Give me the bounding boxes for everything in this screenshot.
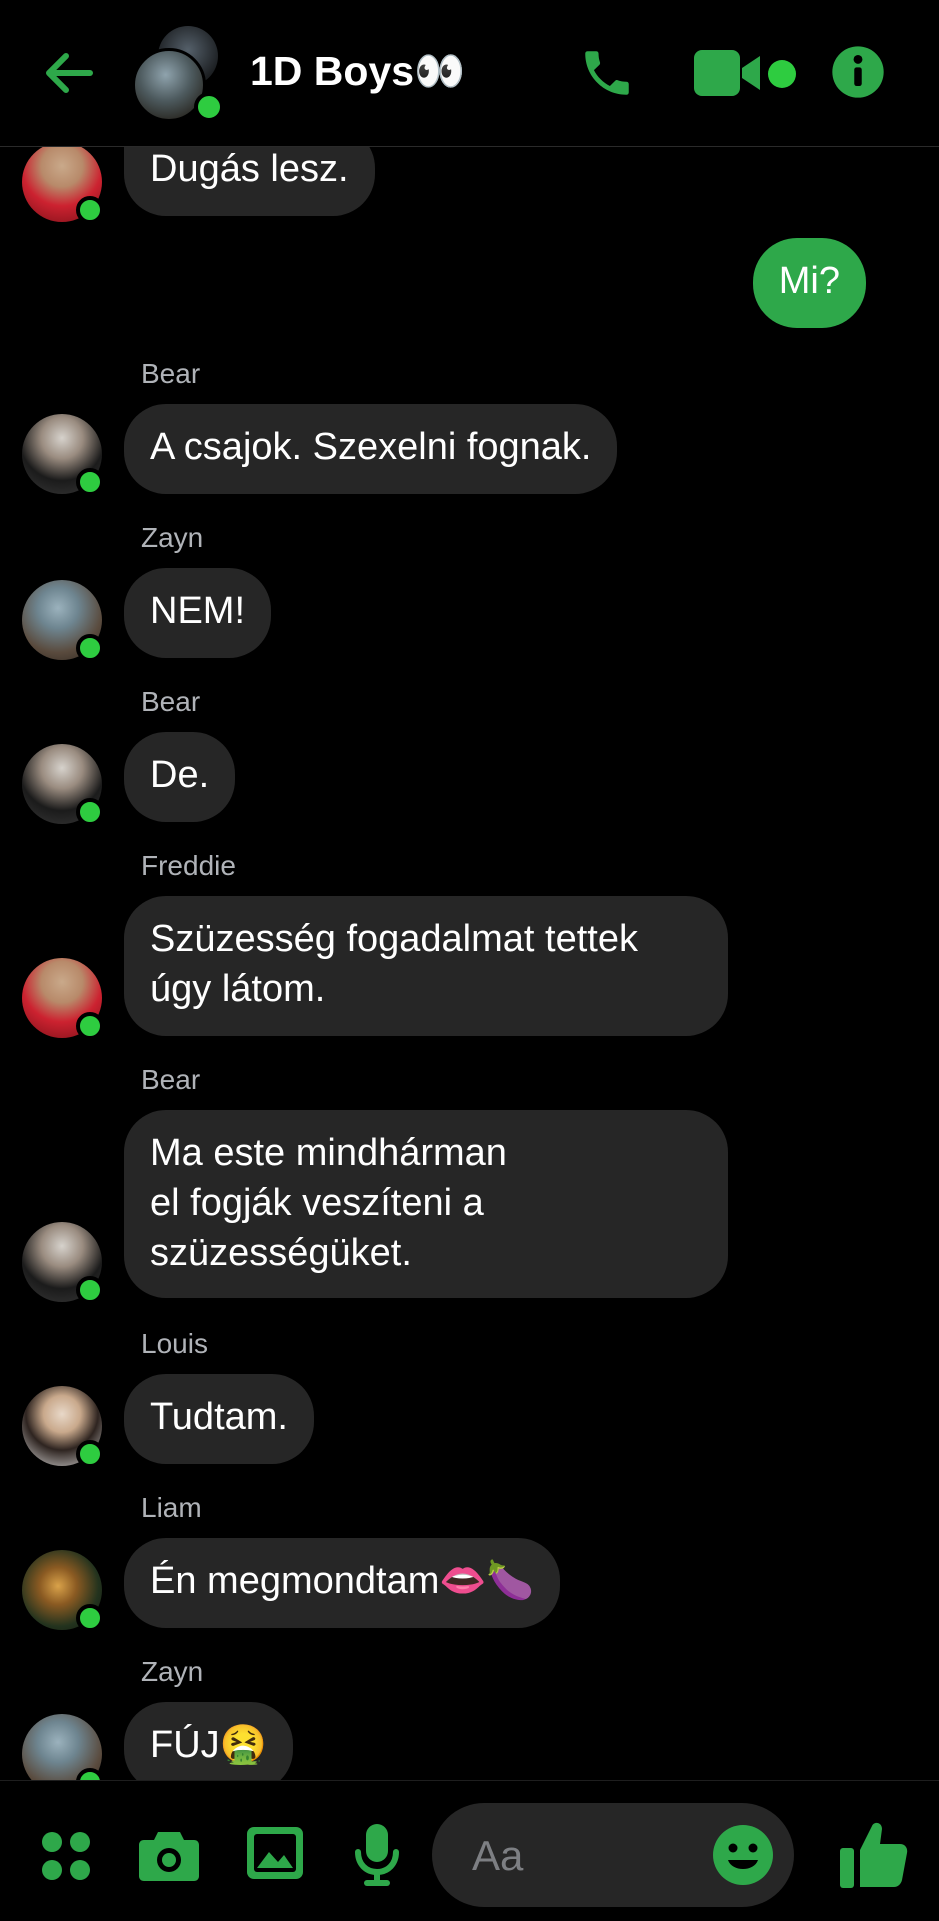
message-bubble[interactable]: Szüzesség fogadalmat tettek úgy látom. xyxy=(124,896,728,1036)
message-bubble[interactable]: Én megmondtam👄🍆 xyxy=(124,1538,560,1628)
message-bubble[interactable]: Ma este mindhárman el fogják veszíteni a… xyxy=(124,1110,728,1298)
avatar[interactable] xyxy=(22,958,104,1040)
gallery-icon[interactable] xyxy=(246,1826,304,1880)
chat-title[interactable]: 1D Boys👀 xyxy=(250,48,465,96)
phone-icon[interactable] xyxy=(578,44,636,102)
avatar[interactable] xyxy=(22,414,104,496)
sender-name: Liam xyxy=(141,1492,202,1523)
avatar[interactable] xyxy=(22,1550,104,1632)
sender-name: Bear xyxy=(141,686,201,717)
avatar[interactable] xyxy=(22,580,104,662)
back-arrow-icon[interactable] xyxy=(38,42,100,104)
video-icon[interactable] xyxy=(694,50,766,96)
thumbs-up-icon[interactable] xyxy=(838,1818,910,1890)
sender-name: Freddie xyxy=(141,850,236,881)
avatar[interactable] xyxy=(22,744,104,826)
sender-name: Bear xyxy=(141,1064,201,1095)
group-avatar[interactable] xyxy=(128,26,238,122)
active-call-indicator xyxy=(768,60,796,88)
microphone-icon[interactable] xyxy=(352,1822,402,1888)
emoji-icon[interactable] xyxy=(712,1824,774,1886)
online-indicator xyxy=(194,92,224,122)
avatar[interactable] xyxy=(22,1714,104,1780)
avatar[interactable] xyxy=(22,1386,104,1468)
sender-name: Louis xyxy=(141,1328,208,1359)
message-bubble[interactable]: A csajok. Szexelni fognak. xyxy=(124,404,618,494)
outgoing-message-bubble[interactable]: Mi? xyxy=(752,238,866,328)
online-indicator xyxy=(76,634,104,662)
apps-icon[interactable] xyxy=(40,1830,92,1882)
sender-name: Zayn xyxy=(141,522,204,553)
message-bubble[interactable]: FÚJ🤮 xyxy=(124,1702,293,1780)
online-indicator xyxy=(76,1604,104,1632)
avatar[interactable] xyxy=(22,1222,104,1304)
online-indicator xyxy=(76,1276,104,1304)
online-indicator xyxy=(76,1012,104,1040)
message-bubble[interactable]: De. xyxy=(124,732,236,822)
online-indicator xyxy=(76,1440,104,1468)
message-bubble[interactable]: Tudtam. xyxy=(124,1374,314,1464)
online-indicator xyxy=(76,798,104,826)
online-indicator xyxy=(76,468,104,496)
sender-name: Zayn xyxy=(141,1656,204,1687)
online-indicator xyxy=(76,1768,104,1780)
message-bubble[interactable]: NEM! xyxy=(124,568,271,658)
camera-icon[interactable] xyxy=(138,1826,200,1884)
online-indicator xyxy=(76,196,104,224)
info-icon[interactable] xyxy=(830,44,886,100)
message-input[interactable] xyxy=(470,1827,704,1885)
chat-header: 1D Boys👀 xyxy=(0,0,939,147)
message-list[interactable]: Dugás lesz. Mi? Bear A csajok. Szexelni … xyxy=(0,0,939,1780)
sender-name: Bear xyxy=(141,358,201,389)
avatar[interactable] xyxy=(22,142,104,224)
